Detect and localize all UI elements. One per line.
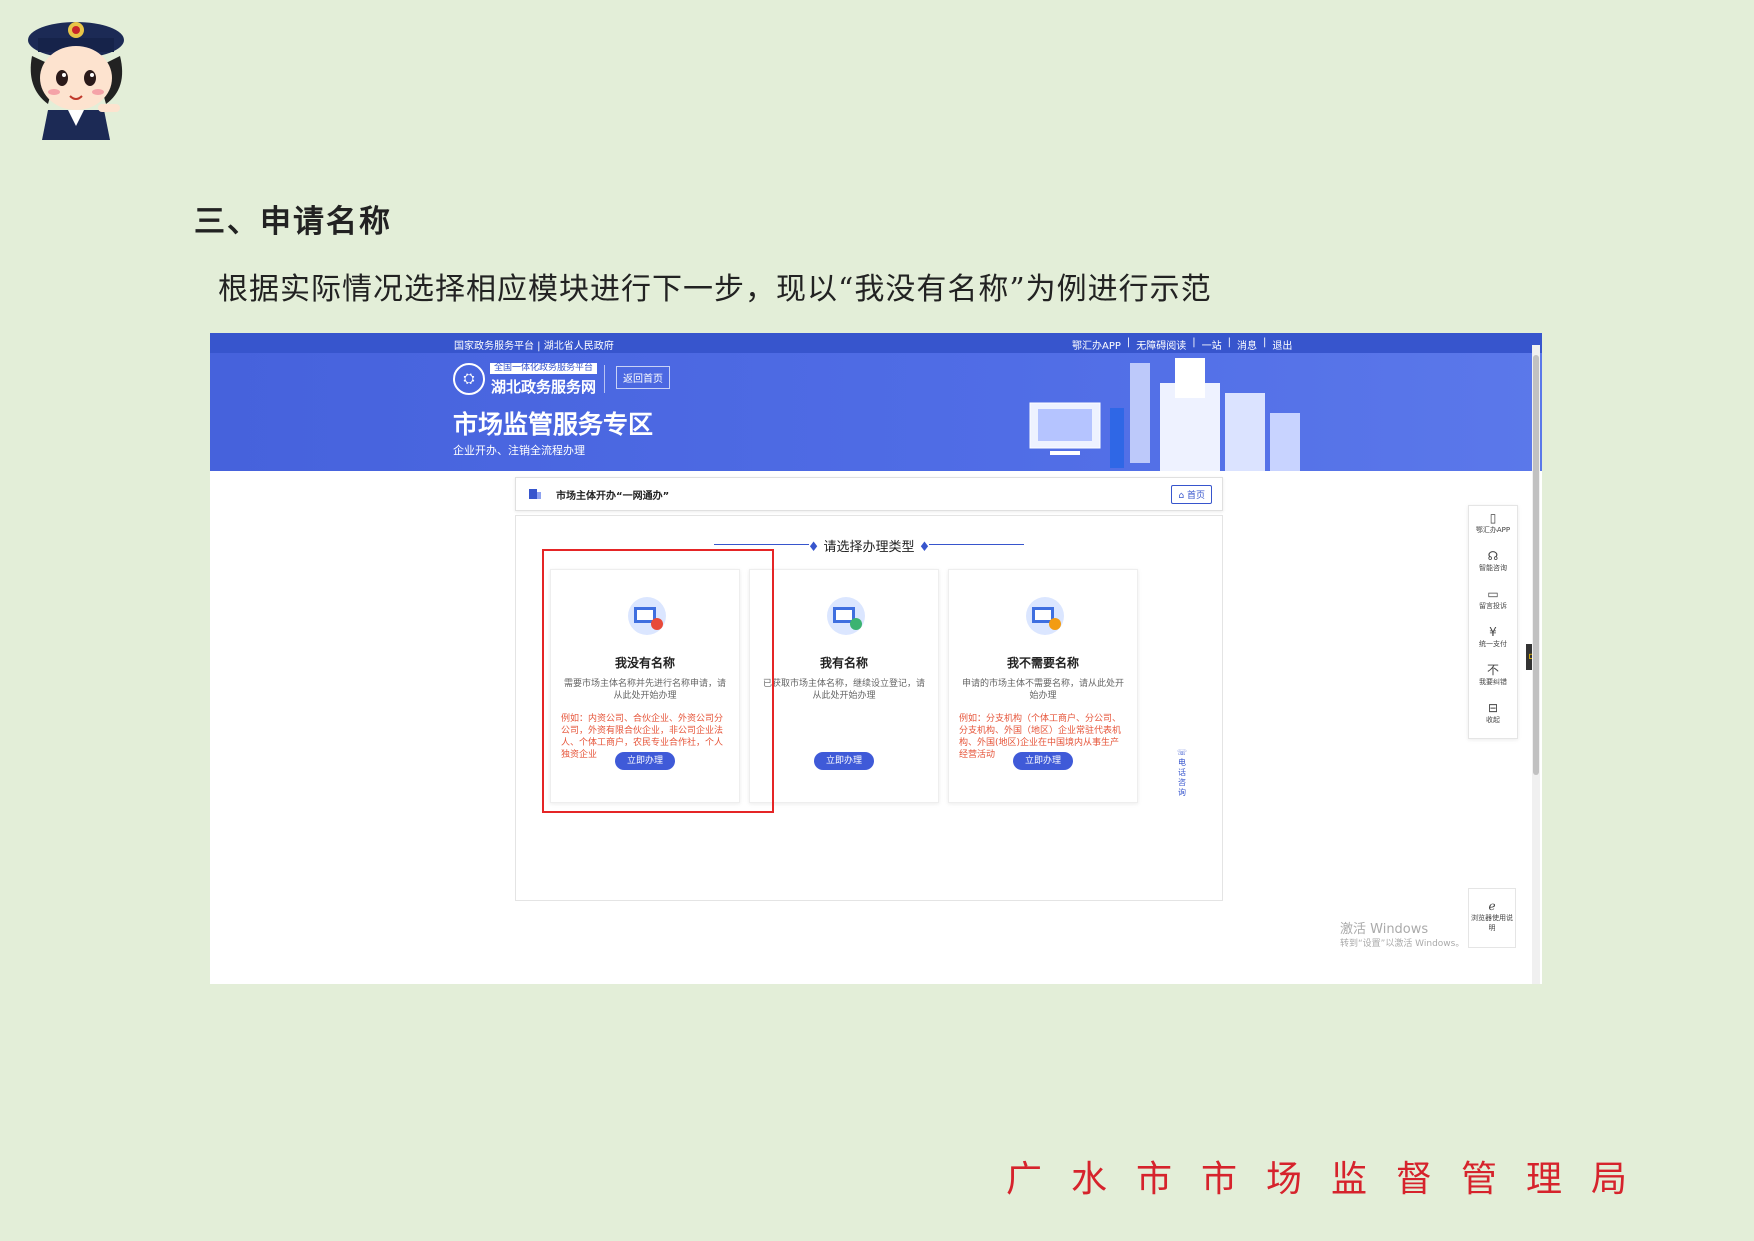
headset-icon: ☊ [1487, 549, 1499, 563]
logo-site-name: 湖北政务服务网 [491, 378, 597, 396]
side-tool-message[interactable]: ▭ 留言投诉 [1469, 582, 1517, 620]
building-icon [529, 489, 541, 499]
side-tool-label: 统一支付 [1479, 640, 1507, 648]
side-tool-label: 智能咨询 [1479, 564, 1507, 572]
certificate-icon [827, 597, 865, 635]
zone-subtitle: 企业开办、注销全流程办理 [453, 444, 585, 457]
side-tool-label: 收起 [1486, 716, 1500, 724]
topbar-right-links: 鄂汇办APP | 无障碍阅读 | 一站 | 消息 | 退出 [1072, 337, 1292, 352]
side-tool-label: 鄂汇办APP [1475, 526, 1511, 534]
phone-consult-label: 电话咨询 [1178, 758, 1186, 797]
phone-consult-tab[interactable]: ☏ 电话咨询 [1175, 748, 1189, 808]
card-has-name[interactable]: 我有名称 已获取市场主体名称，继续设立登记，请从此处开始办理 立即办理 [749, 569, 939, 803]
windows-watermark-hint: 转到“设置”以激活 Windows。 [1340, 939, 1465, 949]
city-illustration [1029, 358, 1300, 471]
panel-title-text: 请选择办理类型 [823, 540, 915, 555]
breadcrumb-title: 市场主体开办“一网通办” [556, 491, 670, 502]
topbar-left-links[interactable]: 国家政务服务平台 | 湖北省人民政府 [454, 337, 614, 352]
page-description: 根据实际情况选择相应模块进行下一步，现以“我没有名称”为例进行示范 [218, 272, 1212, 307]
highlight-box [542, 549, 774, 813]
topbar-link-user[interactable]: 一站 [1202, 337, 1222, 352]
scrollbar-thumb[interactable] [1533, 355, 1539, 775]
message-icon: ▭ [1487, 587, 1499, 601]
browser-guide-label: 浏览器使用说明 [1471, 914, 1513, 932]
logo-platform-text: 全国一体化政务服务平台 [490, 363, 598, 374]
zone-title: 市场监管服务专区 [453, 410, 654, 439]
certificate-icon [1026, 597, 1064, 635]
apply-button[interactable]: 立即办理 [814, 752, 874, 770]
breadcrumb-home-button[interactable]: ⌂ 首页 [1171, 485, 1212, 504]
browser-icon: ℯ [1488, 899, 1496, 913]
breadcrumb-home-label: 首页 [1186, 491, 1205, 501]
card-title: 我有名称 [819, 656, 868, 670]
topbar-link-logout[interactable]: 退出 [1272, 337, 1292, 352]
phone-icon: ☏ [1176, 748, 1187, 757]
back-home-button[interactable]: 返回首页 [616, 366, 670, 389]
topbar-link-app[interactable]: 鄂汇办APP [1072, 337, 1121, 352]
topbar-link-messages[interactable]: 消息 [1237, 337, 1257, 352]
page-title: 三、申请名称 [194, 204, 392, 240]
collapse-icon: ⊟ [1487, 701, 1499, 715]
topbar-divider: | [1227, 337, 1232, 348]
site-banner: ⛭ 全国一体化政务服务平台 湖北政务服务网 返回首页 市场监管服务专区 企业开办… [210, 353, 1542, 471]
side-tool-collapse[interactable]: ⊟ 收起 [1469, 696, 1517, 734]
side-tool-consult[interactable]: ☊ 智能咨询 [1469, 544, 1517, 582]
logo-divider [604, 365, 605, 393]
card-title: 我不需要名称 [1006, 656, 1079, 670]
breadcrumb: 市场主体开办“一网通办” ⌂ 首页 [515, 477, 1223, 511]
phone-icon: ▯ [1489, 511, 1497, 525]
topbar-divider: | [1192, 337, 1196, 348]
card-no-need-name[interactable]: 我不需要名称 申请的市场主体不需要名称，请从此处开始办理 例如：分支机构（个体工… [948, 569, 1138, 803]
home-icon: ⌂ [1178, 491, 1187, 501]
topbar-divider: | [1263, 337, 1267, 348]
site-topbar: 国家政务服务平台 | 湖北省人民政府 鄂汇办APP | 无障碍阅读 | 一站 |… [210, 333, 1542, 353]
side-tool-label: 我要纠错 [1479, 678, 1507, 686]
diamond-icon: ♦ [914, 540, 931, 555]
website-screenshot: 国家政务服务平台 | 湖北省人民政府 鄂汇办APP | 无障碍阅读 | 一站 |… [210, 333, 1542, 984]
browser-guide-button[interactable]: ℯ 浏览器使用说明 [1468, 888, 1516, 948]
side-tool-correct[interactable]: 不我要纠错 [1469, 658, 1517, 696]
card-description: 申请的市场主体不需要名称，请从此处开始办理 [961, 679, 1124, 701]
mascot-illustration [28, 22, 124, 140]
apply-button[interactable]: 立即办理 [1013, 752, 1073, 770]
card-description: 已获取市场主体名称，继续设立登记，请从此处开始办理 [762, 679, 925, 701]
diamond-icon: ♦ [807, 540, 824, 555]
title-line-right [929, 544, 1024, 545]
emblem-icon: ⛭ [453, 363, 485, 395]
topbar-divider: | [1126, 337, 1131, 348]
scrollbar[interactable] [1532, 345, 1540, 984]
footer-organization: 广水市市场监督管理局 [1006, 1159, 1657, 1200]
windows-watermark: 激活 Windows [1340, 922, 1429, 937]
side-toolbar: ▯ 鄂汇办APP ☊ 智能咨询 ▭ 留言投诉 ¥ 统一支付 不我要纠错 ⊟ 收起 [1468, 505, 1518, 739]
side-tool-pay[interactable]: ¥ 统一支付 [1469, 620, 1517, 658]
side-tool-app[interactable]: ▯ 鄂汇办APP [1469, 506, 1517, 544]
yen-icon: ¥ [1489, 625, 1497, 639]
no-icon: 不 [1486, 663, 1499, 677]
topbar-link-accessibility[interactable]: 无障碍阅读 [1136, 337, 1186, 352]
side-tool-label: 留言投诉 [1479, 602, 1507, 610]
